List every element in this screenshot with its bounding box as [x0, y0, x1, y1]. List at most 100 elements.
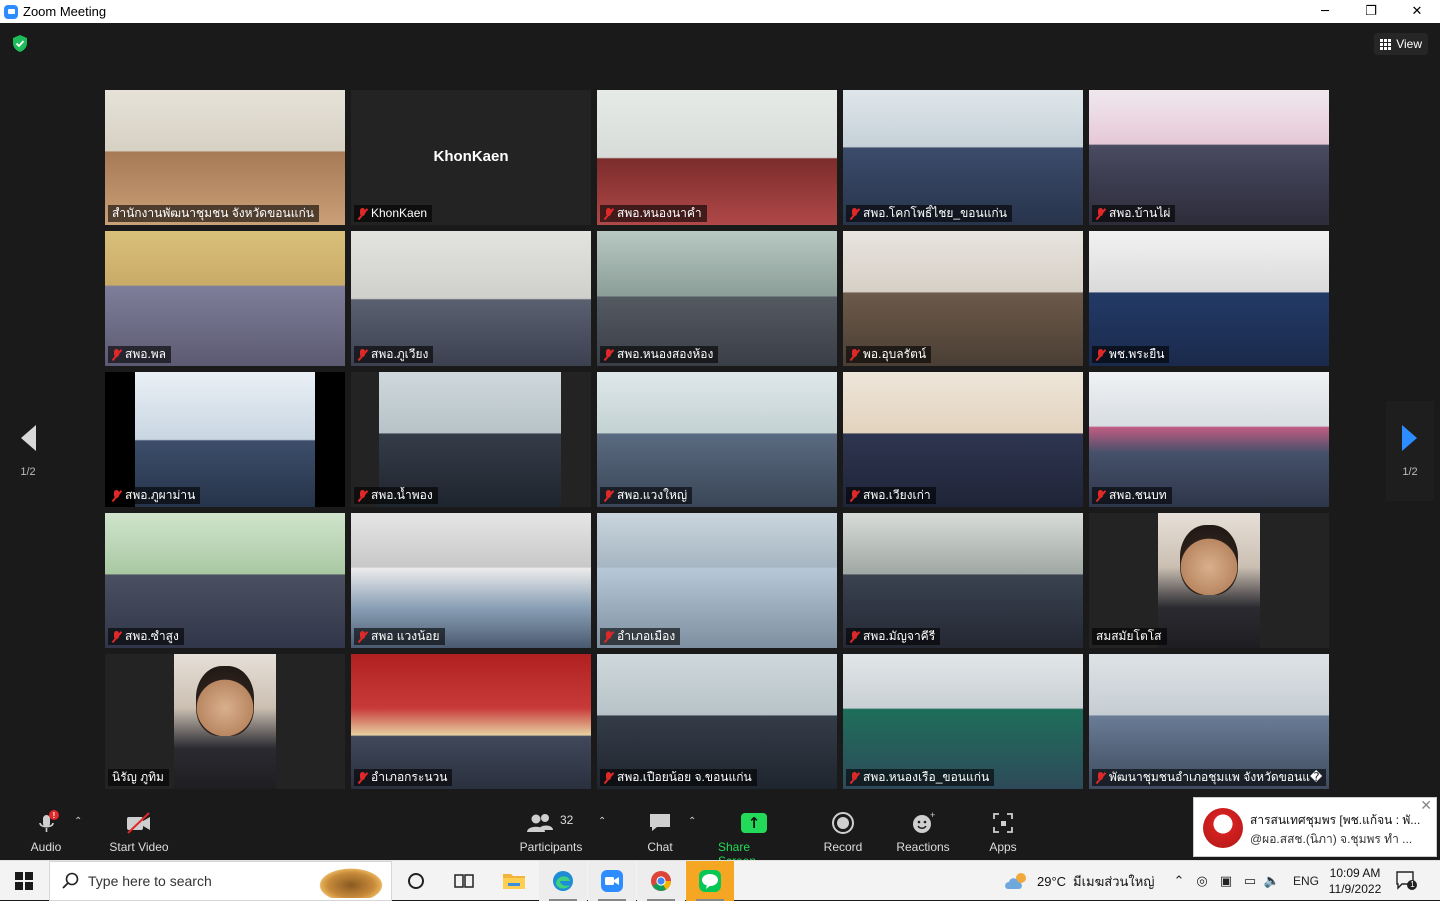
previous-page-button[interactable]: 1/2: [4, 401, 52, 501]
taskbar-zoom[interactable]: [588, 861, 636, 901]
video-tile[interactable]: สพอ.โคกโพธิ์ไชย_ขอนแก่น: [843, 90, 1083, 225]
emoji-smile-icon: +: [911, 810, 935, 836]
taskbar-line[interactable]: [686, 861, 734, 901]
participant-label: สพอ.เปือยน้อย จ.ขอนแก่น: [600, 769, 757, 786]
security-shield-icon[interactable]: [12, 35, 28, 52]
participant-label: พช.พระยืน: [1092, 346, 1170, 363]
weather-widget[interactable]: 29°C มีเมฆส่วนใหญ่: [1004, 861, 1154, 901]
taskbar-edge[interactable]: [539, 861, 587, 901]
chevron-right-icon: [1402, 425, 1417, 451]
notification-message: @ผอ.สสช.(นิภา) จ.ชุมพร ทำ ...: [1250, 832, 1413, 846]
volume-icon[interactable]: 🔈: [1263, 872, 1281, 890]
video-gallery: สำนักงานพัฒนาชุมชน จังหวัดขอนแก่น KhonKa…: [105, 90, 1333, 794]
video-tile[interactable]: อำเภอกระนวน: [351, 654, 591, 789]
participant-name: สพอ.โคกโพธิ์ไชย_ขอนแก่น: [863, 206, 1007, 220]
video-tile[interactable]: พช.พระยืน: [1089, 231, 1329, 366]
video-tile[interactable]: อำเภอเมือง: [597, 513, 837, 648]
video-tile[interactable]: สพอ.น้ำพอง: [351, 372, 591, 507]
video-tile[interactable]: พอ.อุบลรัตน์: [843, 231, 1083, 366]
participant-label: สพอ.โคกโพธิ์ไชย_ขอนแก่น: [846, 205, 1012, 222]
video-tile[interactable]: สพอ.บ้านไผ่: [1089, 90, 1329, 225]
system-clock[interactable]: 10:09 AM 11/9/2022: [1325, 865, 1385, 897]
security-tray-icon[interactable]: ◎: [1193, 872, 1211, 890]
video-tile[interactable]: สพอ.ซำสูง: [105, 513, 345, 648]
action-center-button[interactable]: 1: [1396, 871, 1418, 891]
participant-label: สพอ.พล: [108, 346, 172, 363]
reactions-button[interactable]: + Reactions: [896, 810, 950, 854]
gallery-grid-icon: [1380, 38, 1392, 50]
restore-button[interactable]: ❐: [1348, 0, 1394, 23]
chat-button[interactable]: Chat: [646, 810, 674, 854]
mic-muted-icon: [112, 489, 121, 502]
view-button[interactable]: View: [1374, 33, 1428, 55]
edge-browser-icon: [553, 871, 573, 891]
participant-label: KhonKaen: [354, 205, 433, 222]
chat-bubble-icon: [648, 810, 672, 836]
input-language[interactable]: ENG: [1292, 872, 1320, 890]
window-titlebar: Zoom Meeting ─ ❐ ✕: [0, 0, 1440, 23]
video-tile[interactable]: สพอ.ชนบท: [1089, 372, 1329, 507]
start-video-label: Start Video: [109, 840, 169, 854]
video-tile[interactable]: สพอ แวงน้อย: [351, 513, 591, 648]
clock-date: 11/9/2022: [1328, 882, 1382, 896]
video-tile[interactable]: สพอ.เปือยน้อย จ.ขอนแก่น: [597, 654, 837, 789]
taskbar-file-explorer[interactable]: [490, 861, 538, 901]
apps-icon: [992, 810, 1014, 836]
mic-muted-icon: [850, 207, 859, 220]
onedrive-tray-icon[interactable]: ▣: [1217, 872, 1235, 890]
page-indicator-left: 1/2: [20, 466, 36, 478]
video-tile[interactable]: สพอ.หนองสองห้อง: [597, 231, 837, 366]
microphone-icon: !: [33, 810, 59, 836]
video-tile[interactable]: สพอ.แวงใหญ่: [597, 372, 837, 507]
participant-name: สพอ.ภูผาม่าน: [125, 488, 196, 502]
taskbar-search-box[interactable]: Type here to search: [49, 861, 392, 901]
participants-button[interactable]: 32 Participants: [519, 810, 583, 854]
apps-button[interactable]: Apps: [988, 810, 1018, 854]
participant-name: สพอ.หนองเรือ_ขอนแก่น: [863, 770, 990, 784]
video-tile[interactable]: พัฒนาชุมชนอำเภอชุมแพ จังหวัดขอนแ�: [1089, 654, 1329, 789]
video-tile[interactable]: นิรัญ ภูทิม: [105, 654, 345, 789]
start-button[interactable]: [0, 861, 48, 901]
task-view-button[interactable]: [440, 861, 488, 901]
audio-options-caret[interactable]: ⌃: [74, 816, 82, 827]
line-notification-toast[interactable]: สารสนเทศชุมพร [พช.แก้จน : พั... @ผอ.สสช.…: [1193, 797, 1437, 857]
next-page-button[interactable]: 1/2: [1386, 401, 1434, 501]
close-button[interactable]: ✕: [1394, 0, 1440, 23]
participants-options-caret[interactable]: ⌃: [598, 816, 606, 827]
video-tile[interactable]: สพอ.ภูเวียง: [351, 231, 591, 366]
video-tile[interactable]: สพอ.พล: [105, 231, 345, 366]
taskbar-chrome[interactable]: [637, 861, 685, 901]
video-tile[interactable]: สพอ.หนองนาคำ: [597, 90, 837, 225]
participant-label: สพอ.ภูเวียง: [354, 346, 434, 363]
participant-name: สพอ.แวงใหญ่: [617, 488, 688, 502]
video-tile[interactable]: สพอ.ภูผาม่าน: [105, 372, 345, 507]
show-hidden-icons-chevron-up-icon[interactable]: ⌃: [1171, 872, 1187, 890]
mic-muted-icon: [850, 630, 859, 643]
network-tray-icon[interactable]: ▭: [1241, 872, 1259, 890]
start-video-button[interactable]: Start Video: [106, 810, 172, 854]
notification-count: 1: [1410, 880, 1415, 889]
cortana-button[interactable]: [392, 861, 440, 901]
audio-button[interactable]: ! Audio: [28, 810, 64, 854]
mic-muted-icon: [358, 771, 367, 784]
search-icon: [62, 872, 79, 889]
mic-muted-icon: [1096, 207, 1105, 220]
minimize-button[interactable]: ─: [1302, 0, 1348, 23]
participant-label: สพอ.หนองเรือ_ขอนแก่น: [846, 769, 995, 786]
chat-options-caret[interactable]: ⌃: [688, 816, 696, 827]
chevron-left-icon: [21, 425, 36, 451]
mic-muted-icon: [358, 207, 367, 220]
video-tile[interactable]: สำนักงานพัฒนาชุมชน จังหวัดขอนแก่น: [105, 90, 345, 225]
participant-name: สพอ.หนองสองห้อง: [617, 347, 714, 361]
chevron-up-icon: ⌃: [688, 816, 697, 827]
mic-muted-icon: [604, 489, 613, 502]
participant-name: พอ.อุบลรัตน์: [863, 347, 927, 361]
video-tile[interactable]: สพอ.มัญจาคีรี: [843, 513, 1083, 648]
close-icon[interactable]: ✕: [1420, 798, 1432, 814]
record-button[interactable]: Record: [823, 810, 863, 854]
video-tile[interactable]: สพอ.เวียงเก่า: [843, 372, 1083, 507]
video-tile[interactable]: สพอ.หนองเรือ_ขอนแก่น: [843, 654, 1083, 789]
video-tile[interactable]: KhonKaen KhonKaen: [351, 90, 591, 225]
video-tile[interactable]: สมสมัยโตโส: [1089, 513, 1329, 648]
participant-label: สพอ.แวงใหญ่: [600, 487, 693, 504]
